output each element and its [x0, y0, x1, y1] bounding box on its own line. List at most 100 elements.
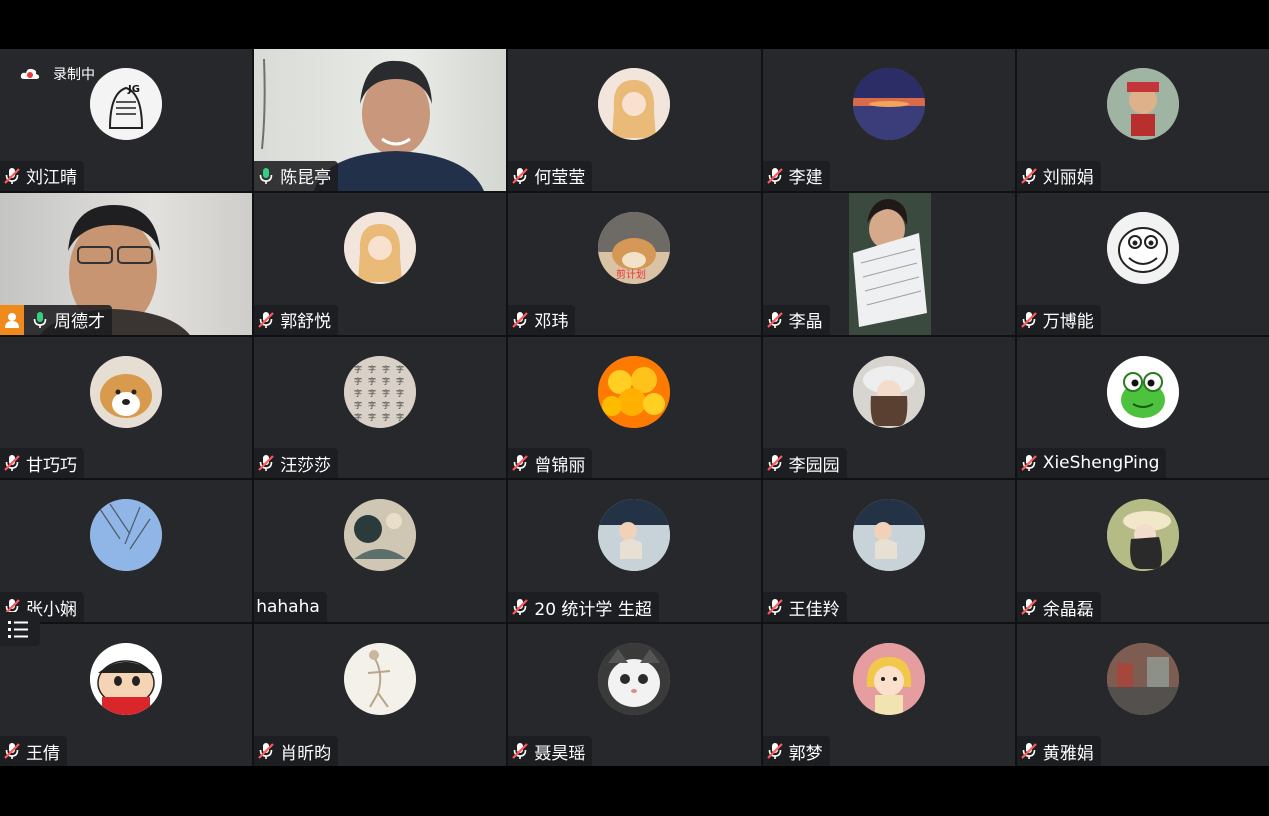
- svg-text:字: 字: [382, 400, 390, 410]
- participant-tile[interactable]: 肖昕昀: [254, 624, 507, 766]
- participant-name: 甘巧巧: [26, 455, 77, 476]
- svg-text:字: 字: [354, 376, 362, 386]
- participant-tile[interactable]: 黄雅娟: [1016, 624, 1269, 766]
- participant-tile[interactable]: 余晶磊: [1016, 480, 1269, 623]
- participant-name-tag: 万博能: [1016, 304, 1101, 335]
- participant-tile[interactable]: 李晶: [762, 192, 1015, 335]
- participant-name: 肖昕昀: [280, 743, 332, 764]
- participant-tile[interactable]: 郭舒悦: [254, 192, 507, 335]
- mic-muted-icon: [765, 166, 789, 186]
- participant-name: 李晶: [788, 312, 823, 333]
- cloud-record-icon: [20, 68, 40, 79]
- participant-tile[interactable]: JG 刘江晴 录制中: [0, 49, 253, 191]
- participant-name-tag: 周德才: [0, 304, 112, 335]
- participant-name: 李园园: [788, 455, 840, 476]
- participant-tile[interactable]: 字字字字字字字字字字字字字字字字字字字字汪莎莎: [254, 336, 507, 479]
- participant-name-tag: 汪莎莎: [254, 448, 339, 479]
- mic-muted-icon: [510, 453, 534, 473]
- participant-tile[interactable]: 王佳羚: [762, 480, 1015, 623]
- participant-name-tag: 20 统计学 生超: [508, 592, 659, 623]
- participant-name-tag: 余晶磊: [1016, 592, 1101, 623]
- mic-muted-icon: [2, 741, 26, 761]
- avatar-sky-branches: [90, 499, 163, 572]
- avatar-car-girl: [598, 499, 671, 572]
- participant-name: 余晶磊: [1042, 599, 1094, 620]
- participant-name: 郭舒悦: [280, 312, 332, 333]
- avatar-doll: [1106, 68, 1179, 140]
- mic-on-icon: [256, 166, 280, 186]
- participant-tile[interactable]: 何莹莹: [508, 49, 761, 191]
- participant-name-tag: 李晶: [762, 304, 830, 335]
- participant-name: 黄雅娟: [1042, 743, 1094, 764]
- mic-muted-icon: [765, 453, 789, 473]
- svg-text:剪计划: 剪计划: [616, 268, 646, 281]
- participant-name-tag: 曾锦丽: [508, 448, 593, 479]
- avatar-kitten: [598, 643, 671, 716]
- svg-text:字: 字: [368, 364, 376, 374]
- participant-tile[interactable]: 郭梦: [762, 624, 1015, 766]
- participant-tile[interactable]: 周德才: [0, 192, 253, 335]
- participant-name: 王佳羚: [788, 599, 840, 620]
- list-icon: [8, 621, 28, 638]
- svg-text:字: 字: [354, 364, 362, 374]
- participant-tile[interactable]: 李园园: [762, 336, 1015, 479]
- participant-name-tag: 黄雅娟: [1016, 736, 1101, 766]
- participant-name: XieShengPing: [1042, 453, 1160, 474]
- participant-tile[interactable]: 剪计划 邓玮: [508, 192, 761, 335]
- participant-name: 聂昊瑶: [534, 743, 586, 764]
- avatar-crayon-shin: [90, 643, 163, 716]
- participant-name: 王倩: [26, 743, 60, 764]
- svg-text:字: 字: [368, 400, 376, 410]
- avatar-text-grid: 字字字字字字字字字字字字字字字字字字字字: [344, 355, 417, 428]
- svg-text:字: 字: [368, 376, 376, 386]
- mic-muted-icon: [765, 597, 789, 617]
- participant-tile[interactable]: hahaha: [254, 480, 507, 623]
- avatar-knight-sketch: JG: [90, 68, 163, 140]
- svg-text:字: 字: [368, 412, 376, 422]
- svg-text:字: 字: [382, 412, 390, 422]
- mic-muted-icon: [1019, 597, 1043, 617]
- avatar-girl-hat: [852, 355, 925, 428]
- participant-tile[interactable]: 甘巧巧: [0, 336, 253, 479]
- participant-list-button[interactable]: [0, 612, 40, 646]
- participant-name-tag: hahaha: [254, 592, 327, 623]
- participant-name: 万博能: [1042, 312, 1094, 333]
- participant-tile[interactable]: 李建: [762, 49, 1015, 191]
- participant-name: 汪莎莎: [280, 455, 332, 476]
- participant-tile[interactable]: 曾锦丽: [508, 336, 761, 479]
- avatar-sketch-figure: [344, 643, 417, 716]
- participant-tile[interactable]: 刘丽娟: [1016, 49, 1269, 191]
- participant-tile[interactable]: 陈昆亭: [254, 49, 507, 191]
- participant-tile[interactable]: XieShengPing: [1016, 336, 1269, 479]
- participant-name: 何莹莹: [534, 168, 586, 189]
- participant-tile[interactable]: 张小娴: [0, 480, 253, 623]
- mic-muted-icon: [1019, 741, 1043, 761]
- svg-text:字: 字: [396, 388, 404, 398]
- participant-name: hahaha: [256, 597, 320, 618]
- mic-muted-icon: [1019, 453, 1043, 473]
- participant-name-tag: 聂昊瑶: [508, 736, 593, 766]
- mic-muted-icon: [256, 310, 280, 330]
- participant-name-tag: 肖昕昀: [254, 736, 339, 766]
- avatar-yellow-chicks: [598, 355, 671, 428]
- mic-muted-icon: [1019, 310, 1043, 330]
- participant-name: 刘丽娟: [1042, 168, 1094, 189]
- mic-muted-icon: [765, 741, 789, 761]
- svg-text:JG: JG: [127, 84, 140, 95]
- avatar-sunset: [852, 68, 925, 140]
- participant-name: 李建: [788, 168, 823, 189]
- participant-tile[interactable]: 万博能: [1016, 192, 1269, 335]
- avatar-corgi: [90, 355, 163, 428]
- participant-name-tag: 甘巧巧: [0, 448, 84, 479]
- participant-name-tag: 王倩: [0, 736, 67, 766]
- participant-name-tag: 何莹莹: [508, 160, 593, 191]
- participant-name-tag: 刘丽娟: [1016, 160, 1101, 191]
- participant-tile[interactable]: 20 统计学 生超: [508, 480, 761, 623]
- avatar-cartoon-girl: [852, 643, 925, 716]
- participant-tile[interactable]: 聂昊瑶: [508, 624, 761, 766]
- svg-text:字: 字: [382, 364, 390, 374]
- participant-name-tag: XieShengPing: [1016, 448, 1167, 479]
- mic-muted-icon: [510, 310, 534, 330]
- svg-text:字: 字: [382, 388, 390, 398]
- participant-name: 周德才: [54, 312, 105, 333]
